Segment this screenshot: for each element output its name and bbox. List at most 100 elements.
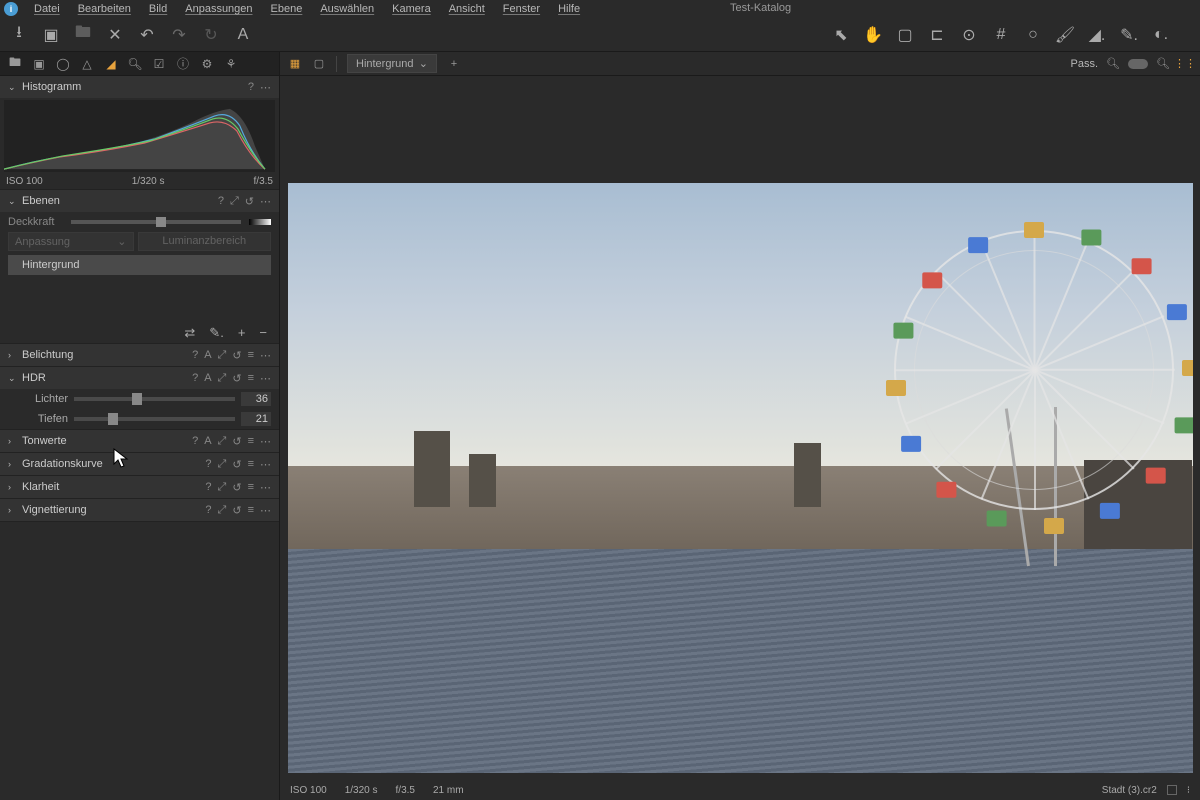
menu-select[interactable]: Auswählen	[312, 1, 382, 17]
fit-icon[interactable]: ▢	[896, 26, 914, 44]
more-icon[interactable]: ⋯	[260, 458, 271, 471]
auto-icon[interactable]: A	[204, 435, 211, 448]
help-icon[interactable]: ?	[218, 195, 224, 208]
tonwerte-header[interactable]: › Tonwerte ?A⤢↺≡⋯	[0, 430, 279, 452]
redo2-icon[interactable]: ↻	[202, 26, 220, 44]
opacity-slider[interactable]	[71, 220, 241, 224]
crop-tool-icon[interactable]: ⊏	[928, 26, 946, 44]
list-icon[interactable]: ≡	[248, 435, 254, 448]
list-icon[interactable]: ≡	[248, 481, 254, 494]
tab-info-icon[interactable]: ⓘ	[176, 57, 190, 71]
menu-file[interactable]: Datei	[26, 1, 68, 17]
brush-tool-icon[interactable]: 🖌︎	[1056, 26, 1074, 44]
sb-settings-icon[interactable]: ⁝	[1187, 785, 1190, 796]
list-icon[interactable]: ≡	[248, 349, 254, 362]
text-icon[interactable]: A	[234, 26, 252, 44]
clone-tool-icon[interactable]: ◐.	[1152, 26, 1170, 44]
menu-image[interactable]: Bild	[141, 1, 175, 17]
exposure-header[interactable]: › Belichtung ?A⤢↺≡⋯	[0, 344, 279, 366]
layers-header[interactable]: ⌄ Ebenen ? ⤢ ↺ ⋯	[0, 190, 279, 212]
highlights-slider[interactable]	[74, 397, 235, 401]
redo-icon[interactable]: ↷	[170, 26, 188, 44]
help-icon[interactable]: ?	[192, 435, 198, 448]
menu-view[interactable]: Ansicht	[441, 1, 493, 17]
expand-icon[interactable]: ⤢	[218, 458, 227, 471]
menu-adjustments[interactable]: Anpassungen	[177, 1, 260, 17]
mask-icon[interactable]: ✎.	[209, 325, 224, 341]
undo-icon[interactable]: ↶	[138, 26, 156, 44]
reset-icon[interactable]: ↺	[245, 195, 254, 208]
thumbs-right-icon[interactable]: ⋮⋮	[1178, 57, 1192, 71]
folder-icon[interactable]: 🖿	[74, 26, 92, 44]
highlights-value[interactable]: 36	[241, 392, 271, 406]
filter-icon[interactable]: ⇄	[184, 325, 195, 341]
eraser-tool-icon[interactable]: ◢.	[1088, 26, 1106, 44]
import-icon[interactable]: ⭳	[10, 26, 28, 44]
pointer-tool-icon[interactable]: ⬉	[832, 26, 850, 44]
reset-icon[interactable]: ↺	[232, 349, 241, 362]
more-icon[interactable]: ⋯	[260, 349, 271, 362]
shadows-value[interactable]: 21	[241, 412, 271, 426]
expand-icon[interactable]: ⤢	[218, 435, 227, 448]
thumbnail-view-icon[interactable]: ▦	[288, 57, 302, 71]
menu-edit[interactable]: Bearbeiten	[70, 1, 139, 17]
search2-icon[interactable]: 🔍︎	[1156, 57, 1170, 71]
menu-camera[interactable]: Kamera	[384, 1, 439, 17]
auto-icon[interactable]: A	[204, 349, 211, 362]
zoom-pill[interactable]	[1128, 59, 1148, 69]
shadows-slider[interactable]	[74, 417, 235, 421]
auto-icon[interactable]: A	[204, 372, 211, 385]
hand-tool-icon[interactable]: ✋	[864, 26, 882, 44]
more-icon[interactable]: ⋯	[260, 481, 271, 494]
more-icon[interactable]: ⋯	[260, 195, 271, 208]
single-view-icon[interactable]: ▢	[312, 57, 326, 71]
more-icon[interactable]: ⋯	[260, 81, 271, 94]
expand-icon[interactable]: ⤢	[218, 504, 227, 517]
more-icon[interactable]: ⋯	[260, 372, 271, 385]
add-layer-icon[interactable]: +	[238, 325, 246, 341]
rotate-tool-icon[interactable]: ⊙	[960, 26, 978, 44]
help-icon[interactable]: ?	[192, 372, 198, 385]
tab-share-icon[interactable]: ⚘	[224, 57, 238, 71]
help-icon[interactable]: ?	[205, 504, 211, 517]
camera-icon[interactable]: ▣	[42, 26, 60, 44]
help-icon[interactable]: ?	[205, 481, 211, 494]
ellipse-tool-icon[interactable]: ○	[1024, 26, 1042, 44]
help-icon[interactable]: ?	[248, 81, 254, 94]
expand-icon[interactable]: ⤢	[230, 195, 239, 208]
layer-background[interactable]: Hintergrund	[8, 255, 271, 275]
menu-layer[interactable]: Ebene	[263, 1, 311, 17]
reset-icon[interactable]: ↺	[232, 504, 241, 517]
reset-icon[interactable]: ↺	[232, 458, 241, 471]
adjustment-dropdown[interactable]: Anpassung⌄	[8, 232, 134, 251]
hdr-header[interactable]: ⌄ HDR ?A⤢↺≡⋯	[0, 367, 279, 389]
klarheit-header[interactable]: › Klarheit ?⤢↺≡⋯	[0, 476, 279, 498]
expand-icon[interactable]: ⤢	[218, 349, 227, 362]
tab-gear-icon[interactable]: ⚙	[200, 57, 214, 71]
more-icon[interactable]: ⋯	[260, 504, 271, 517]
list-icon[interactable]: ≡	[248, 458, 254, 471]
reset-icon[interactable]: ↺	[232, 481, 241, 494]
add-view-icon[interactable]: +	[447, 57, 461, 71]
layer-view-dropdown[interactable]: Hintergrund⌄	[347, 54, 437, 73]
reset-icon[interactable]: ↺	[232, 435, 241, 448]
search-icon[interactable]: 🔍︎	[1106, 57, 1120, 71]
histogram-header[interactable]: ⌄ Histogramm ?⋯	[0, 76, 279, 98]
list-icon[interactable]: ≡	[248, 372, 254, 385]
list-icon[interactable]: ≡	[248, 504, 254, 517]
close-icon[interactable]: ✕	[106, 26, 124, 44]
tab-camera-icon[interactable]: ▣	[32, 57, 46, 71]
expand-icon[interactable]: ⤢	[218, 481, 227, 494]
gradation-header[interactable]: › Gradationskurve ?⤢↺≡⋯	[0, 453, 279, 475]
luminance-button[interactable]: Luminanzbereich	[138, 232, 272, 251]
help-icon[interactable]: ?	[192, 349, 198, 362]
tab-folder-icon[interactable]: 🖿	[8, 57, 22, 71]
sb-box-icon[interactable]	[1167, 785, 1177, 795]
tab-adjust-icon[interactable]: ◢	[104, 57, 118, 71]
vignette-header[interactable]: › Vignettierung ?⤢↺≡⋯	[0, 499, 279, 521]
more-icon[interactable]: ⋯	[260, 435, 271, 448]
reset-icon[interactable]: ↺	[232, 372, 241, 385]
tab-circle-icon[interactable]: ◯	[56, 57, 70, 71]
heal-tool-icon[interactable]: ✎.	[1120, 26, 1138, 44]
tab-search-icon[interactable]: 🔍︎	[128, 57, 142, 71]
